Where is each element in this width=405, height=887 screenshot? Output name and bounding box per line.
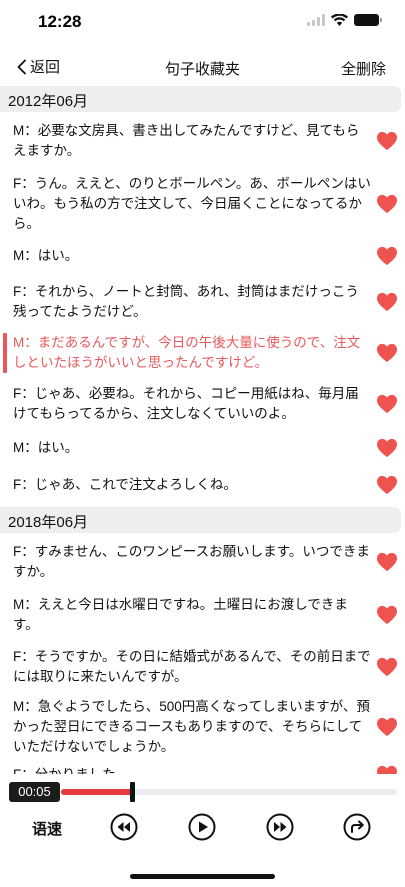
player-controls: 语速	[0, 808, 405, 842]
sentence-item[interactable]: F：うん。ええと、のりとボールペン。あ、ボールペンはいいわ。もう私の方で注文して…	[0, 174, 405, 234]
heart-icon[interactable]	[376, 717, 398, 737]
heart-icon[interactable]	[376, 657, 398, 677]
wifi-icon	[331, 14, 348, 26]
sentence-item[interactable]: F：じゃあ、これで注文よろしくね。	[0, 475, 405, 495]
section-header: 2018年06月	[0, 507, 401, 533]
back-label: 返回	[30, 59, 61, 76]
current-time-badge: 00:05	[9, 782, 60, 802]
audio-player: 00:05 语速	[0, 774, 405, 887]
battery-icon	[354, 14, 382, 26]
heart-icon[interactable]	[376, 438, 398, 458]
progress-fill	[61, 789, 132, 795]
sentence-text: F：分かりました。	[13, 765, 371, 774]
section-date: 2018年06月	[8, 514, 89, 531]
sentence-text: M：ええと今日は水曜日ですね。土曜日にお渡しできます。	[13, 597, 348, 632]
sentence-text: F：じゃあ、これで注文よろしくね。	[13, 477, 237, 492]
sentence-item[interactable]: F：それから、ノートと封筒、あれ、封筒はまだけっこう残ってたようだけど。	[0, 282, 405, 322]
heart-icon[interactable]	[376, 605, 398, 625]
section-header: 2012年06月	[0, 86, 401, 112]
status-bar: 12:28	[0, 0, 405, 46]
delete-all-button[interactable]: 全删除	[341, 58, 386, 79]
heart-icon[interactable]	[376, 194, 398, 214]
sentence-item[interactable]: M：必要な文房具、書き出してみたんですけど、見てもらえますか。	[0, 121, 405, 161]
sentence-text: M：まだあるんですが、今日の午後大量に使うので、注文しといたほうがいいと思ったん…	[13, 335, 361, 370]
progress-track[interactable]	[61, 789, 397, 795]
heart-icon[interactable]	[376, 131, 398, 151]
heart-icon[interactable]	[376, 552, 398, 572]
speed-button[interactable]: 语速	[32, 818, 62, 839]
navigation-bar: 返回 句子收藏夹 全删除	[0, 50, 405, 86]
sentence-text: F：それから、ノートと封筒、あれ、封筒はまだけっこう残ってたようだけど。	[13, 284, 359, 319]
heart-icon[interactable]	[376, 394, 398, 414]
status-icons	[307, 14, 382, 26]
heart-icon[interactable]	[376, 765, 398, 774]
chevron-left-icon	[17, 59, 26, 74]
sentence-item[interactable]: M：ええと今日は水曜日ですね。土曜日にお渡しできます。	[0, 595, 405, 635]
sentence-item[interactable]: F：分かりました。	[0, 765, 405, 774]
sentence-item[interactable]: F：じゃあ、必要ね。それから、コピー用紙はね、毎月届けてもらってるから、注文しな…	[0, 384, 405, 424]
heart-icon[interactable]	[376, 292, 398, 312]
sentence-text: M：はい。	[13, 440, 79, 455]
heart-icon[interactable]	[376, 246, 398, 266]
sentence-item[interactable]: M：まだあるんですが、今日の午後大量に使うので、注文しといたほうがいいと思ったん…	[0, 333, 405, 373]
sentence-item[interactable]: M：はい。	[0, 246, 405, 266]
sentence-text: M：急ぐようでしたら、500円高くなってしまいますが、預かった翌日にできるコース…	[13, 699, 370, 754]
sentence-text: F：そうですか。その日に結婚式があるんで、その前日までには取りに来たいんですが。	[13, 649, 371, 684]
sentence-text: F：すみません、このワンピースお願いします。いつできますか。	[13, 544, 370, 579]
heart-icon[interactable]	[376, 343, 398, 363]
heart-icon[interactable]	[376, 475, 398, 495]
progress-thumb[interactable]	[129, 782, 135, 802]
active-indicator	[3, 333, 7, 373]
rewind-icon[interactable]	[109, 812, 139, 842]
back-button[interactable]: 返回	[16, 56, 60, 77]
cellular-signal-icon	[307, 14, 325, 26]
sentence-item[interactable]: F：そうですか。その日に結婚式があるんで、その前日までには取りに来たいんですが。	[0, 647, 405, 687]
sentence-text: M：必要な文房具、書き出してみたんですけど、見てもらえますか。	[13, 123, 360, 158]
sentence-text: F：じゃあ、必要ね。それから、コピー用紙はね、毎月届けてもらってるから、注文しな…	[13, 386, 359, 421]
sentence-item[interactable]: M：はい。	[0, 438, 405, 458]
sentence-text: F：うん。ええと、のりとボールペン。あ、ボールペンはいいわ。もう私の方で注文して…	[13, 176, 371, 231]
fast-forward-icon[interactable]	[265, 812, 295, 842]
share-icon[interactable]	[342, 812, 372, 842]
sentence-text: M：はい。	[13, 248, 79, 263]
sentence-item[interactable]: F：すみません、このワンピースお願いします。いつできますか。	[0, 542, 405, 582]
status-time: 12:28	[38, 12, 82, 31]
section-date: 2012年06月	[8, 93, 89, 110]
sentence-list[interactable]: 2012年06月 M：必要な文房具、書き出してみたんですけど、見てもらえますか。 F…	[0, 86, 405, 774]
sentence-item[interactable]: M：急ぐようでしたら、500円高くなってしまいますが、預かった翌日にできるコース…	[0, 697, 405, 757]
play-icon[interactable]	[187, 812, 217, 842]
home-indicator	[130, 874, 275, 879]
